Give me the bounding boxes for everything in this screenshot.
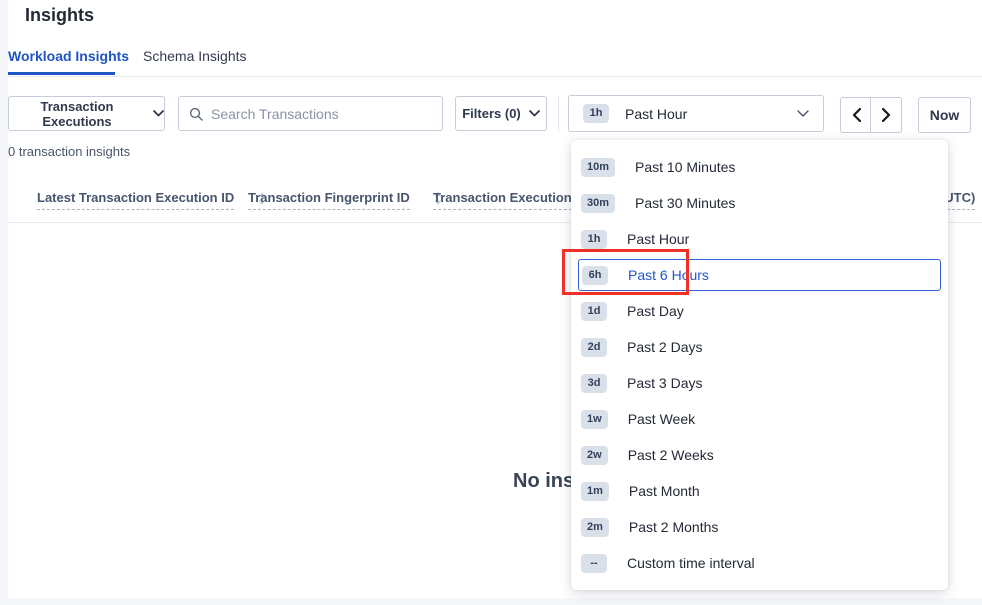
now-button[interactable]: Now [918, 97, 971, 133]
chevron-left-icon [852, 108, 861, 122]
tab-label: Workload Insights [8, 48, 129, 64]
time-option-past-10-minutes[interactable]: 10m Past 10 Minutes [571, 149, 948, 185]
time-option-past-hour[interactable]: 1h Past Hour [571, 221, 948, 257]
time-option-past-week[interactable]: 1w Past Week [571, 401, 948, 437]
tab-workload-insights[interactable]: Workload Insights [8, 48, 129, 64]
tabs-divider [8, 76, 982, 77]
tab-label: Schema Insights [143, 48, 247, 64]
time-option-past-2-weeks[interactable]: 2w Past 2 Weeks [571, 437, 948, 473]
content-area: Insights Workload Insights Schema Insigh… [8, 0, 982, 598]
time-option-past-2-months[interactable]: 2m Past 2 Months [571, 509, 948, 545]
chevron-down-icon [797, 110, 809, 117]
time-option-past-6-hours[interactable]: 6h Past 6 Hours [578, 259, 941, 291]
workload-type-dropdown[interactable]: Transaction Executions [8, 96, 165, 131]
active-tab-indicator [8, 72, 115, 75]
time-option-past-3-days[interactable]: 3d Past 3 Days [571, 365, 948, 401]
time-option-past-30-minutes[interactable]: 30m Past 30 Minutes [571, 185, 948, 221]
time-range-badge: 1h [583, 104, 609, 123]
time-option-past-2-days[interactable]: 2d Past 2 Days [571, 329, 948, 365]
insights-count: 0 transaction insights [8, 144, 130, 159]
time-range-dropdown-menu: 10m Past 10 Minutes 30m Past 30 Minutes … [571, 140, 948, 590]
chevron-right-icon [882, 108, 891, 122]
time-option-past-day[interactable]: 1d Past Day [571, 293, 948, 329]
tab-schema-insights[interactable]: Schema Insights [143, 48, 247, 64]
page-title: Insights [25, 5, 94, 26]
time-option-past-month[interactable]: 1m Past Month [571, 473, 948, 509]
search-input[interactable] [211, 106, 432, 122]
time-range-selector[interactable]: 1h Past Hour [568, 95, 824, 132]
column-header-latest-transaction-execution-id[interactable]: Latest Transaction Execution ID [37, 190, 266, 210]
chevron-down-icon [529, 110, 540, 117]
time-option-custom-interval[interactable]: -- Custom time interval [571, 545, 948, 581]
search-icon [189, 107, 203, 121]
filters-button[interactable]: Filters (0) [455, 96, 547, 131]
workload-type-label: Transaction Executions [9, 99, 145, 129]
search-box[interactable] [178, 96, 443, 131]
now-label: Now [930, 107, 960, 123]
column-header-transaction-fingerprint-id[interactable]: Transaction Fingerprint ID [248, 190, 442, 210]
time-range-label: Past Hour [625, 106, 687, 122]
time-prev-button[interactable] [840, 97, 872, 133]
column-header-transaction-execution[interactable]: Transaction Execution [433, 190, 572, 210]
time-next-button[interactable] [870, 97, 902, 133]
chevron-down-icon [153, 110, 164, 117]
toolbar-divider [558, 97, 559, 131]
filters-label: Filters (0) [462, 106, 521, 121]
